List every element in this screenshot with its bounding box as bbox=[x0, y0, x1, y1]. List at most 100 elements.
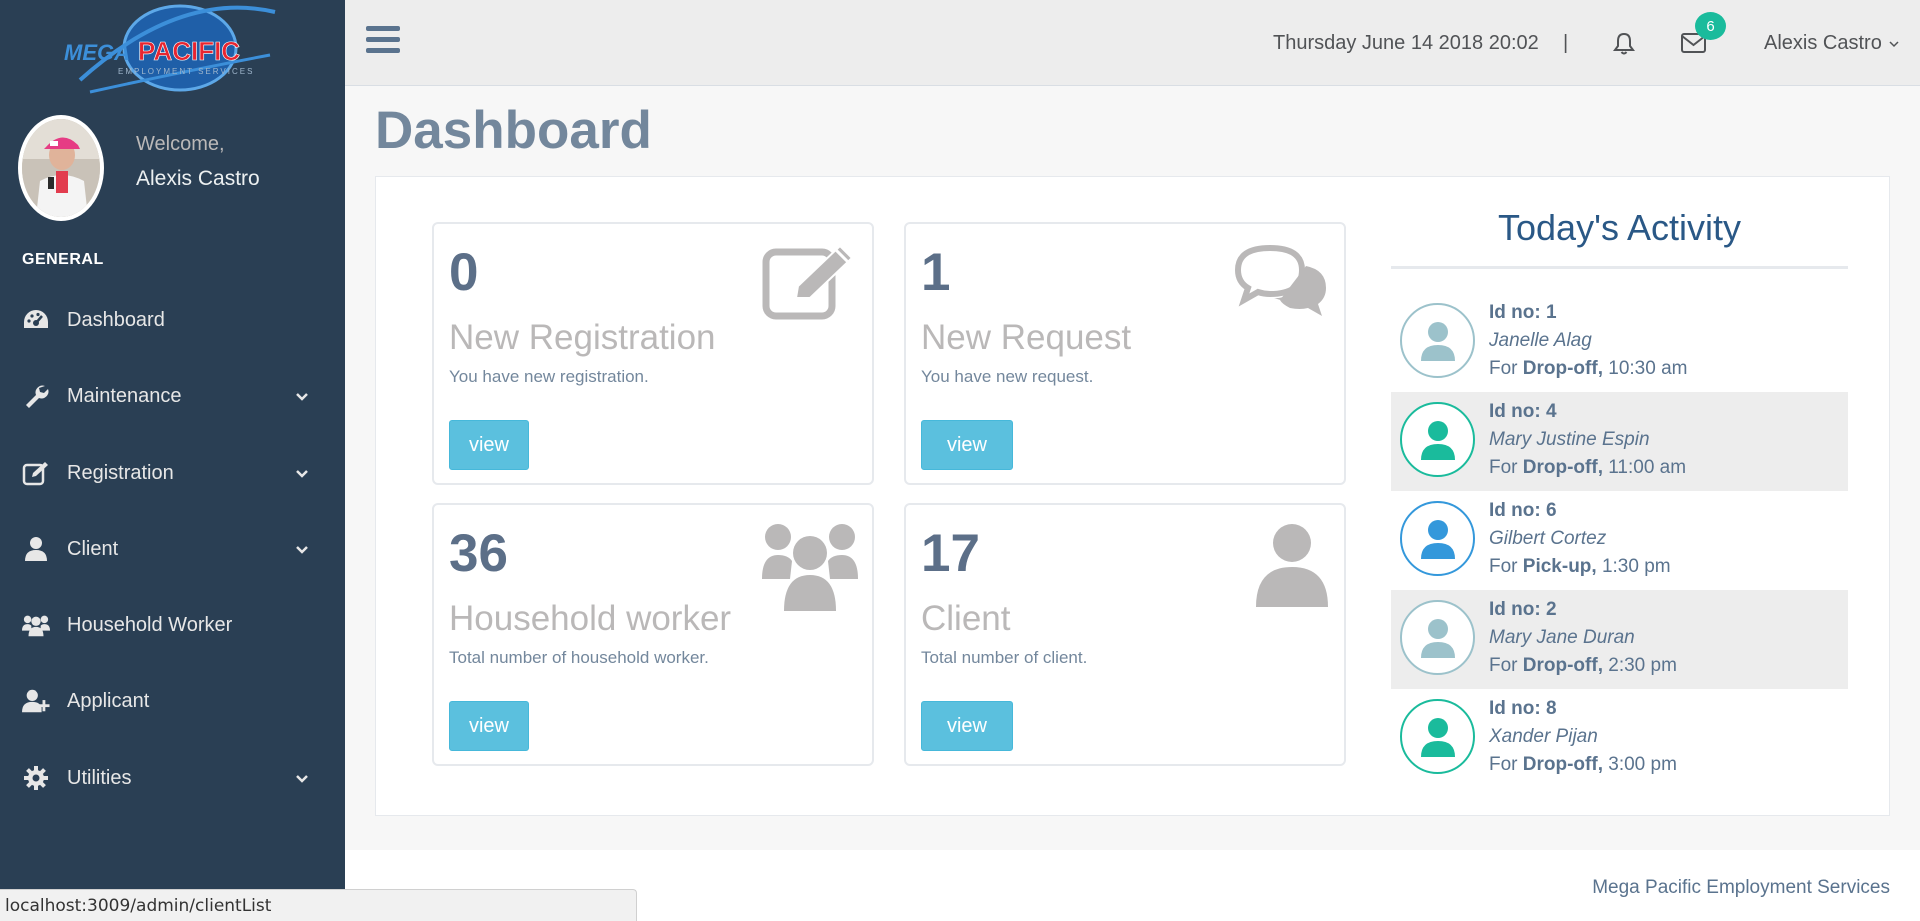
activity-schedule: For Drop-off, 11:00 am bbox=[1489, 457, 1687, 478]
activity-item[interactable]: Id no: 1 Janelle Alag For Drop-off, 10:3… bbox=[1391, 293, 1848, 392]
bell-icon[interactable] bbox=[1612, 31, 1636, 55]
tile-title: New Registration bbox=[449, 318, 716, 357]
topbar-separator: | bbox=[1563, 32, 1569, 54]
activity-schedule: For Drop-off, 10:30 am bbox=[1489, 358, 1688, 379]
tile-description: You have new request. bbox=[921, 367, 1094, 386]
chevron-down-icon bbox=[294, 541, 310, 557]
current-datetime: Thursday June 14 2018 20:02 bbox=[1273, 32, 1539, 54]
user-avatar-icon bbox=[1400, 600, 1475, 675]
wrench-icon bbox=[22, 382, 50, 410]
activity-name: Xander Pijan bbox=[1489, 726, 1598, 747]
mail-count-badge: 6 bbox=[1695, 12, 1726, 40]
profile-block: Welcome, Alexis Castro bbox=[18, 115, 328, 225]
sidebar-item-household-worker[interactable]: Household Worker bbox=[0, 595, 345, 655]
user-plus-icon bbox=[22, 687, 50, 715]
edit-icon bbox=[22, 459, 50, 487]
activity-title: Today's Activity bbox=[1498, 207, 1741, 248]
tile-description: You have new registration. bbox=[449, 367, 649, 386]
tile-new-registration: 0 New Registration You have new registra… bbox=[432, 222, 874, 485]
avatar[interactable] bbox=[18, 115, 104, 221]
tile-title: New Request bbox=[921, 318, 1132, 357]
sidebar-item-label: Client bbox=[67, 537, 119, 560]
user-avatar-icon bbox=[1400, 402, 1475, 477]
user-avatar-icon bbox=[1400, 303, 1475, 378]
todays-activity: Today's Activity Id no: 1 Janelle Alag F… bbox=[1391, 186, 1848, 788]
sidebar-item-maintenance[interactable]: Maintenance bbox=[0, 366, 345, 426]
user-icon bbox=[1234, 523, 1330, 607]
users-icon bbox=[762, 523, 858, 611]
user-dropdown[interactable]: Alexis Castro bbox=[1764, 32, 1900, 55]
dashboard-gauge-icon bbox=[22, 306, 50, 334]
user-dropdown-label: Alexis Castro bbox=[1764, 32, 1882, 54]
view-registration-button[interactable]: view bbox=[449, 420, 529, 470]
welcome-text: Welcome, bbox=[136, 133, 225, 155]
chevron-down-icon bbox=[294, 388, 310, 404]
tile-client: 17 Client Total number of client. view bbox=[904, 503, 1346, 766]
activity-id: Id no: 2 bbox=[1489, 599, 1557, 620]
activity-name: Janelle Alag bbox=[1489, 330, 1592, 351]
tile-description: Total number of household worker. bbox=[449, 648, 709, 667]
sidebar-item-label: Dashboard bbox=[67, 308, 165, 331]
sidebar-item-label: Registration bbox=[67, 461, 174, 484]
menu-toggle-icon[interactable] bbox=[366, 26, 400, 56]
comments-icon bbox=[1234, 242, 1330, 322]
activity-schedule: For Drop-off, 3:00 pm bbox=[1489, 754, 1677, 775]
menu-section-title: GENERAL bbox=[22, 251, 104, 268]
svg-text:MEGA: MEGA bbox=[64, 40, 130, 65]
sidebar-item-dashboard[interactable]: Dashboard bbox=[0, 290, 345, 350]
activity-name: Mary Jane Duran bbox=[1489, 627, 1635, 648]
sidebar-item-utilities[interactable]: Utilities bbox=[0, 748, 345, 808]
tile-title: Household worker bbox=[449, 599, 732, 638]
tile-count: 17 bbox=[921, 524, 980, 583]
user-avatar-icon bbox=[1400, 501, 1475, 576]
page-title: Dashboard bbox=[375, 101, 652, 160]
svg-text:EMPLOYMENT SERVICES: EMPLOYMENT SERVICES bbox=[118, 67, 254, 76]
activity-id: Id no: 4 bbox=[1489, 401, 1557, 422]
user-icon bbox=[22, 535, 50, 563]
tile-new-request: 1 New Request You have new request. view bbox=[904, 222, 1346, 485]
activity-item[interactable]: Id no: 8 Xander Pijan For Drop-off, 3:00… bbox=[1391, 689, 1848, 788]
sidebar-item-label: Utilities bbox=[67, 766, 132, 789]
chevron-down-icon bbox=[294, 465, 310, 481]
pencil-square-icon bbox=[762, 242, 858, 322]
activity-name: Gilbert Cortez bbox=[1489, 528, 1607, 549]
sidebar: MEGA PACIFIC EMPLOYMENT SERVICES Welcome… bbox=[0, 0, 345, 921]
tile-title: Client bbox=[921, 599, 1011, 638]
view-client-button[interactable]: view bbox=[921, 701, 1013, 751]
tile-household-worker: 36 Household worker Total number of hous… bbox=[432, 503, 874, 766]
activity-schedule: For Drop-off, 2:30 pm bbox=[1489, 655, 1677, 676]
sidebar-item-label: Household Worker bbox=[67, 613, 233, 636]
activity-item[interactable]: Id no: 6 Gilbert Cortez For Pick-up, 1:3… bbox=[1391, 491, 1848, 590]
sidebar-item-label: Maintenance bbox=[67, 384, 182, 407]
activity-divider bbox=[1391, 266, 1848, 269]
activity-name: Mary Justine Espin bbox=[1489, 429, 1650, 450]
chevron-down-icon bbox=[1889, 40, 1899, 47]
activity-schedule: For Pick-up, 1:30 pm bbox=[1489, 556, 1671, 577]
sidebar-item-applicant[interactable]: Applicant bbox=[0, 671, 345, 731]
view-request-button[interactable]: view bbox=[921, 420, 1013, 470]
sidebar-item-client[interactable]: Client bbox=[0, 519, 345, 579]
company-logo[interactable]: MEGA PACIFIC EMPLOYMENT SERVICES bbox=[60, 0, 290, 100]
activity-list: Id no: 1 Janelle Alag For Drop-off, 10:3… bbox=[1391, 293, 1848, 788]
activity-item[interactable]: Id no: 2 Mary Jane Duran For Drop-off, 2… bbox=[1391, 590, 1848, 689]
top-navbar: Thursday June 14 2018 20:02 | 6 Alexis C… bbox=[345, 0, 1920, 86]
users-icon bbox=[22, 611, 50, 639]
view-household-worker-button[interactable]: view bbox=[449, 701, 529, 751]
tile-description: Total number of client. bbox=[921, 648, 1088, 667]
svg-text:PACIFIC: PACIFIC bbox=[138, 36, 240, 66]
footer-company-name: Mega Pacific Employment Services bbox=[1592, 877, 1890, 898]
tile-count: 36 bbox=[449, 524, 508, 583]
sidebar-item-label: Applicant bbox=[67, 689, 150, 712]
sidebar-user-name: Alexis Castro bbox=[136, 167, 260, 190]
activity-item[interactable]: Id no: 4 Mary Justine Espin For Drop-off… bbox=[1391, 392, 1848, 491]
activity-id: Id no: 8 bbox=[1489, 698, 1557, 719]
chevron-down-icon bbox=[294, 770, 310, 786]
status-bar-url: localhost:3009/admin/clientList bbox=[0, 889, 637, 921]
tile-count: 1 bbox=[921, 243, 951, 302]
gear-icon bbox=[22, 764, 50, 792]
activity-id: Id no: 1 bbox=[1489, 302, 1557, 323]
sidebar-item-registration[interactable]: Registration bbox=[0, 443, 345, 503]
tile-count: 0 bbox=[449, 243, 479, 302]
user-avatar-icon bbox=[1400, 699, 1475, 774]
activity-id: Id no: 6 bbox=[1489, 500, 1557, 521]
